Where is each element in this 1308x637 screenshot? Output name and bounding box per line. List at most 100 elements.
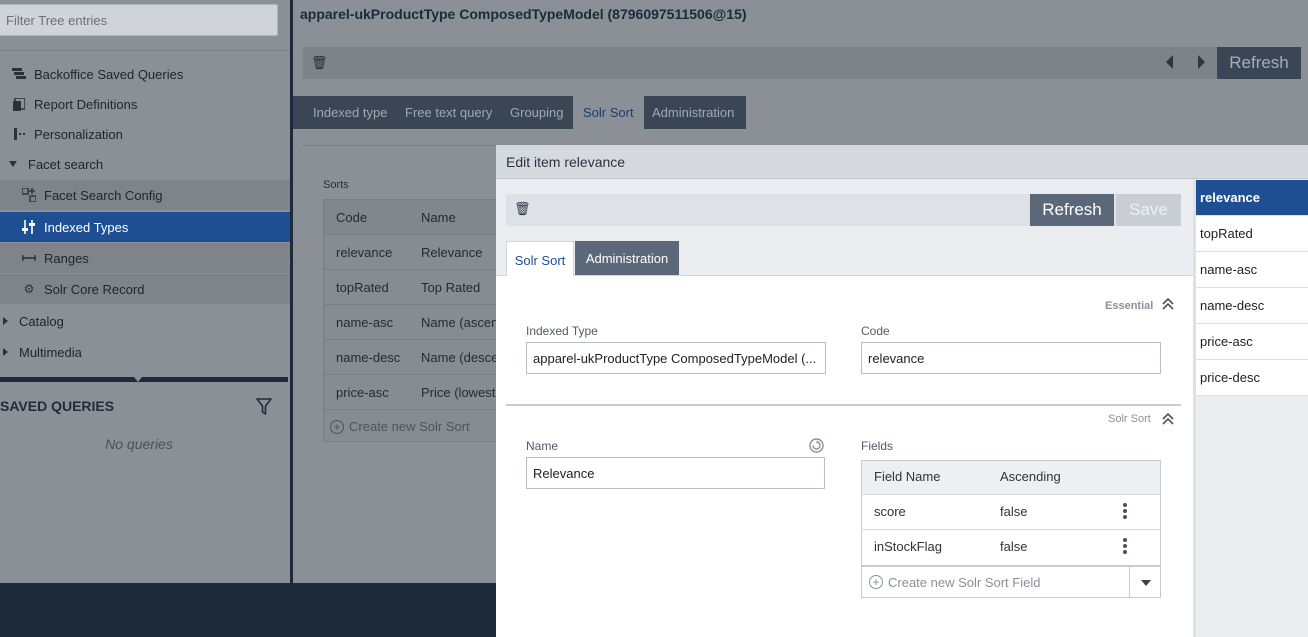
sorts-table: Code Name relevance Relevance topRated T…	[323, 199, 498, 442]
collapse-caret-icon[interactable]	[134, 377, 142, 382]
list-item[interactable]: relevance	[1196, 180, 1308, 216]
saved-queries-icon	[12, 68, 26, 80]
caret-right-icon[interactable]	[0, 348, 10, 356]
tree-item-label: Multimedia	[19, 344, 82, 360]
tree-item-indexed-types[interactable]: Indexed Types	[0, 212, 290, 242]
column-header[interactable]: Code	[324, 210, 409, 225]
tab-grouping[interactable]: Grouping	[500, 96, 573, 129]
row-menu-icon[interactable]	[1123, 503, 1127, 519]
divider	[0, 50, 290, 51]
panel-splitter[interactable]	[0, 377, 288, 382]
next-icon[interactable]	[1198, 55, 1205, 69]
code-label: Code	[861, 324, 890, 338]
tab-administration[interactable]: Administration	[642, 96, 744, 129]
gear-icon: ⚙	[23, 282, 35, 296]
chevron-down-icon	[1141, 580, 1151, 586]
tree-item-label: Ranges	[44, 250, 89, 266]
facet-config-icon	[22, 188, 36, 202]
tab-indexed-type[interactable]: Indexed type	[303, 96, 397, 129]
name-label: Name	[526, 439, 559, 453]
no-queries-text: No queries	[105, 436, 173, 452]
tree-item-backoffice-saved-queries[interactable]: Backoffice Saved Queries	[0, 59, 290, 89]
column-header[interactable]: Name	[409, 210, 497, 225]
tree-item-label: Backoffice Saved Queries	[34, 66, 184, 82]
tab-solr-sort[interactable]: Solr Sort	[573, 96, 644, 129]
collapse-up-icon[interactable]	[1162, 297, 1174, 311]
tab-free-text-query[interactable]: Free text query	[395, 96, 502, 129]
indexed-type-field[interactable]: apparel-ukProductType ComposedTypeModel …	[526, 342, 826, 374]
dialog-tab-solr-sort[interactable]: Solr Sort	[506, 241, 574, 276]
dialog-save-button[interactable]: Save	[1116, 194, 1181, 226]
previous-icon[interactable]	[1166, 55, 1173, 69]
dialog-tab-administration[interactable]: Administration	[575, 241, 679, 275]
table-row[interactable]: topRated Top Rated	[324, 270, 497, 305]
list-item[interactable]: name-asc	[1196, 252, 1308, 288]
table-row[interactable]: price-asc Price (lowest first)	[324, 375, 497, 410]
name-field[interactable]: Relevance	[526, 457, 825, 489]
saved-queries-title: SAVED QUERIES	[0, 398, 115, 414]
create-solr-sort-label: Create new Solr Sort	[349, 419, 470, 434]
column-header[interactable]: Field Name	[874, 469, 940, 484]
indexed-type-label: Indexed Type	[526, 324, 598, 338]
tree-item-personalization[interactable]: Personalization	[0, 119, 290, 149]
cell-code: name-desc	[336, 349, 401, 365]
create-solr-sort-button[interactable]: + Create new Solr Sort	[330, 419, 470, 434]
list-item[interactable]: topRated	[1196, 216, 1308, 252]
tree-item-label: Facet Search Config	[44, 187, 163, 203]
section-divider	[506, 404, 1181, 406]
refresh-button[interactable]: Refresh	[1217, 47, 1301, 79]
cell-name: Relevance	[421, 244, 483, 260]
tree-item-label: Personalization	[34, 126, 123, 142]
list-item[interactable]: name-desc	[1196, 288, 1308, 324]
code-field[interactable]: relevance	[861, 342, 1161, 374]
dialog-title: Edit item relevance	[506, 154, 626, 170]
tree-item-ranges[interactable]: Ranges	[0, 243, 290, 273]
cell-name: Name (descending)	[421, 349, 498, 365]
tree-item-report-definitions[interactable]: Report Definitions	[0, 89, 290, 119]
cell-field-name: inStockFlag	[874, 539, 942, 554]
tree-item-solr-core-record[interactable]: ⚙ Solr Core Record	[0, 274, 290, 304]
table-row[interactable]: name-asc Name (ascending)	[324, 305, 497, 340]
list-item[interactable]: price-asc	[1196, 324, 1308, 360]
filter-icon[interactable]	[256, 398, 272, 416]
table-header: Code Name	[324, 200, 497, 235]
editor-toolbar	[303, 47, 1300, 79]
cell-name: Top Rated	[421, 279, 481, 295]
collapse-up-icon[interactable]	[1162, 412, 1174, 426]
ranges-icon	[22, 255, 36, 261]
trash-icon[interactable]: 🗑	[311, 55, 328, 71]
tree-item-multimedia[interactable]: Multimedia	[0, 337, 290, 367]
create-field-dropdown[interactable]	[1129, 566, 1161, 598]
list-item[interactable]: price-desc	[1196, 360, 1308, 396]
cell-code: relevance	[336, 244, 393, 260]
create-field-label: Create new Solr Sort Field	[888, 574, 1041, 590]
tree-item-label: Report Definitions	[34, 96, 138, 112]
report-icon	[12, 97, 26, 111]
tree-item-catalog[interactable]: Catalog	[0, 306, 290, 336]
cell-code: topRated	[336, 279, 389, 295]
tree-item-facet-search[interactable]: Facet search	[0, 149, 290, 179]
localize-globe-icon[interactable]	[809, 438, 824, 453]
column-header[interactable]: Ascending	[1000, 469, 1061, 484]
table-row[interactable]: name-desc Name (descending)	[324, 340, 498, 375]
dialog-refresh-button[interactable]: Refresh	[1030, 194, 1114, 226]
tree-item-label: Indexed Types	[44, 219, 129, 235]
tree-item-label: Catalog	[19, 313, 64, 329]
caret-right-icon[interactable]	[0, 317, 10, 325]
section-essential-label: Essential	[1105, 300, 1154, 312]
trash-icon[interactable]: 🗑	[514, 201, 531, 217]
create-solr-sort-field-button[interactable]: + Create new Solr Sort Field	[861, 566, 1130, 598]
caret-down-icon[interactable]	[6, 161, 20, 167]
table-row[interactable]: relevance Relevance	[324, 235, 497, 270]
sorts-label: Sorts	[323, 179, 349, 191]
plus-circle-icon: +	[869, 575, 883, 589]
tree-item-label: Facet search	[28, 156, 104, 172]
cell-name: Price (lowest first)	[421, 384, 497, 400]
cell-ascending: false	[1000, 539, 1028, 554]
editor-title: apparel-ukProductType ComposedTypeModel …	[300, 6, 747, 22]
row-divider	[862, 529, 1160, 530]
fields-label: Fields	[861, 439, 894, 453]
row-menu-icon[interactable]	[1123, 538, 1127, 554]
tree-item-facet-search-config[interactable]: Facet Search Config	[0, 180, 290, 210]
filter-tree-input[interactable]: Filter Tree entries	[0, 4, 278, 36]
